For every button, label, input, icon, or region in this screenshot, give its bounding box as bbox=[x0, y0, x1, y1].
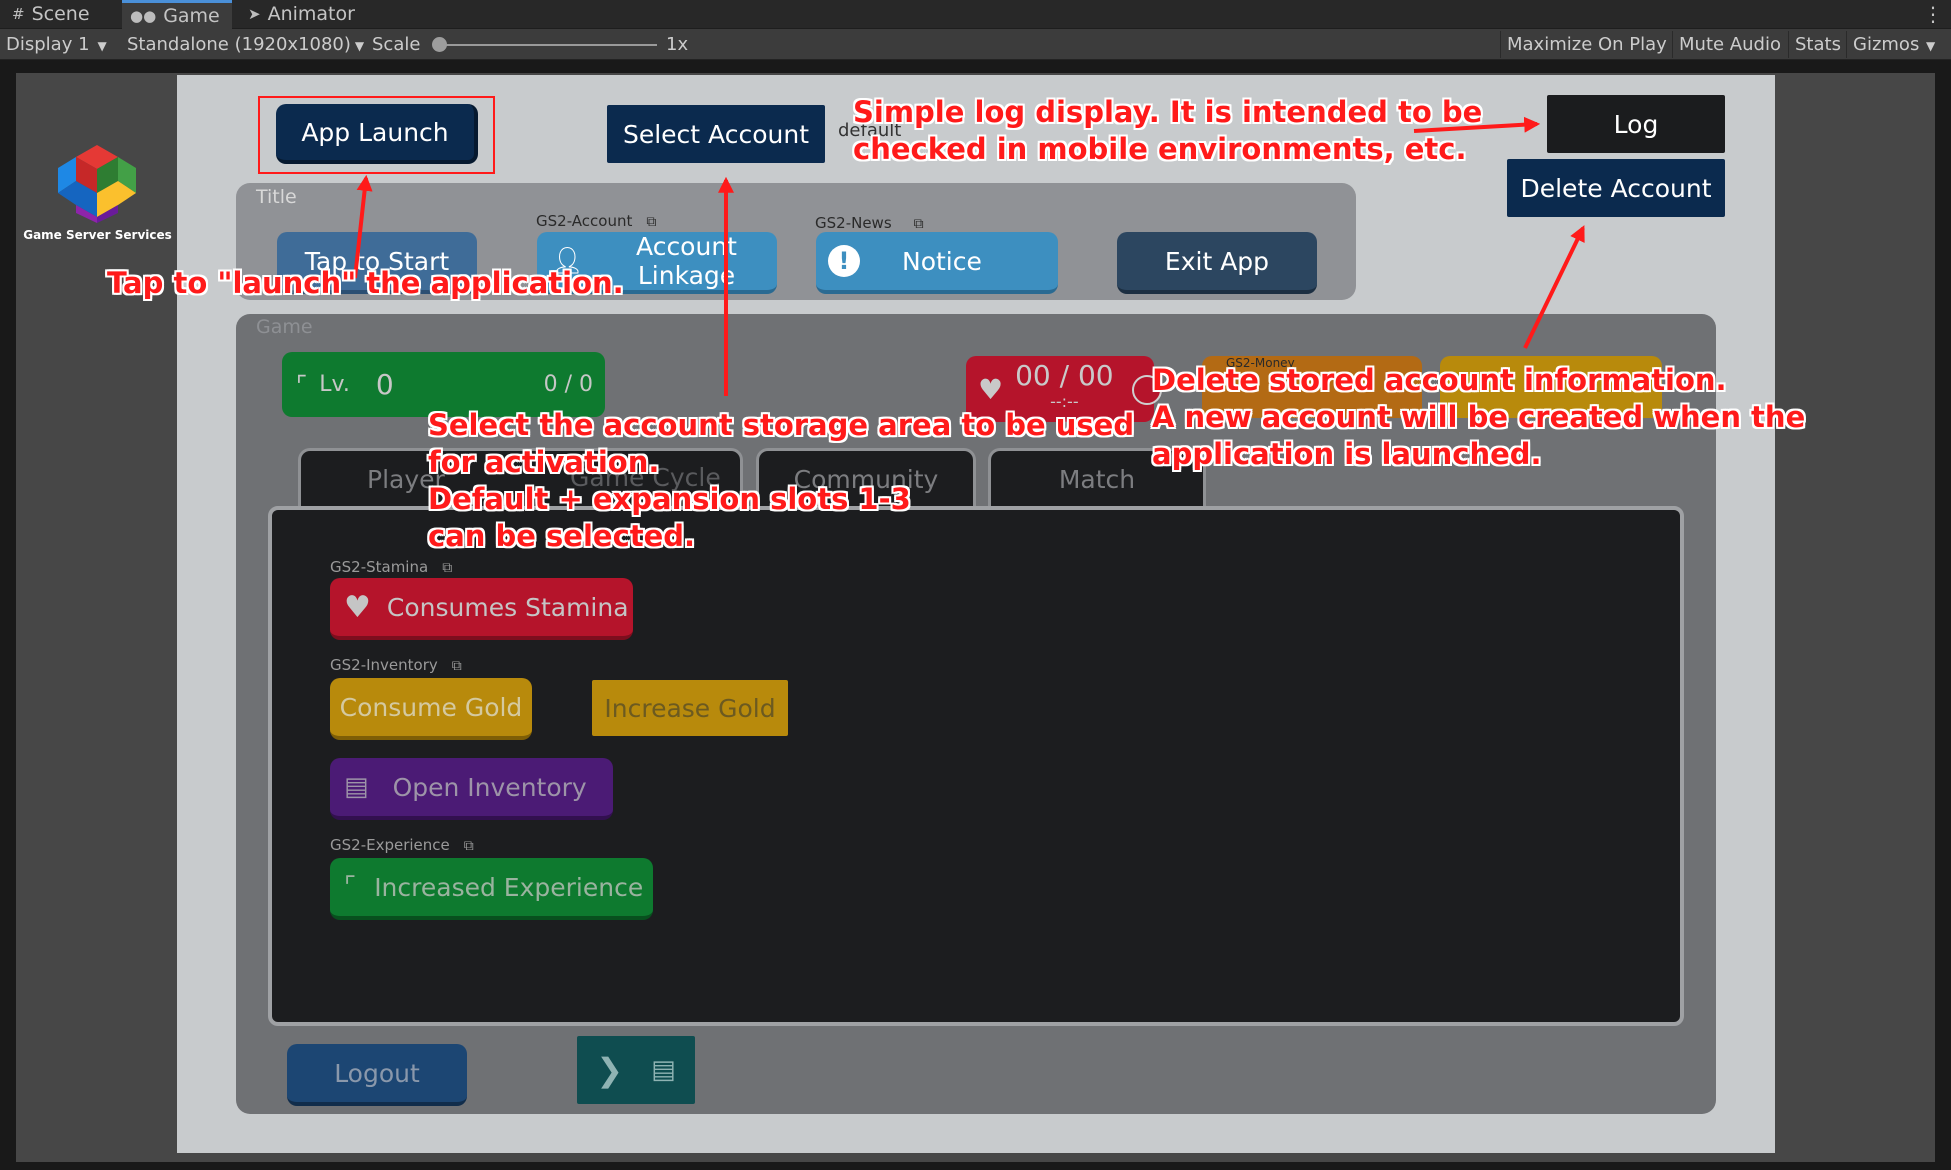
app-launch-button[interactable]: App Launch bbox=[276, 104, 478, 164]
consume-gold-button[interactable]: Consume Gold bbox=[330, 678, 532, 740]
logo-text: Game Server Services bbox=[23, 228, 172, 242]
chevron-right-icon: ❯ bbox=[596, 1051, 624, 1089]
select-account-button[interactable]: Select Account bbox=[607, 105, 825, 163]
stairs-icon: ⌜ bbox=[296, 370, 308, 399]
heart-icon: ♥ bbox=[344, 589, 371, 625]
external-link-icon[interactable]: ⧉ bbox=[914, 216, 924, 232]
stamina-section-label: GS2-Stamina ⧉ bbox=[330, 558, 453, 576]
open-inventory-button[interactable]: ▤ Open Inventory bbox=[330, 758, 613, 820]
account-section-label: GS2-Account ⧉ bbox=[536, 212, 657, 230]
tab-game[interactable]: ●● Game bbox=[122, 0, 232, 29]
log-annotation: Simple log display. It is intended to be… bbox=[853, 95, 1483, 166]
title-panel-label: Title bbox=[256, 186, 297, 208]
notice-button[interactable]: ! Notice bbox=[816, 232, 1058, 294]
scale-slider-thumb[interactable] bbox=[432, 37, 447, 52]
game-view-toolbar: Display 1 ▼ Standalone (1920x1080) ▼ Scale… bbox=[0, 29, 1951, 60]
log-button[interactable]: Log bbox=[1547, 95, 1725, 153]
game-panel-label: Game bbox=[256, 316, 313, 338]
alert-icon: ! bbox=[828, 245, 860, 277]
scale-label: Scale bbox=[372, 34, 421, 55]
inventory-section-label: GS2-Inventory ⧉ bbox=[330, 656, 462, 674]
backpack-icon: ▤ bbox=[344, 772, 369, 802]
external-link-icon[interactable]: ⧉ bbox=[452, 658, 462, 674]
stats-button[interactable]: Stats bbox=[1788, 31, 1847, 58]
scale-slider-track[interactable] bbox=[440, 44, 657, 46]
mute-audio-button[interactable]: Mute Audio bbox=[1672, 31, 1787, 58]
gamepad-icon: ●● bbox=[130, 7, 157, 25]
chat-icon: ▤ bbox=[651, 1055, 676, 1085]
news-section-label: GS2-News ⧉ bbox=[815, 214, 924, 232]
delete-account-button[interactable]: Delete Account bbox=[1507, 159, 1725, 217]
experience-section-label: GS2-Experience ⧉ bbox=[330, 836, 474, 854]
editor-tab-bar: # Scene ●● Game ➤ Animator ⋮ bbox=[0, 0, 1951, 29]
external-link-icon[interactable]: ⧉ bbox=[442, 560, 452, 576]
gizmos-button[interactable]: Gizmos bbox=[1846, 31, 1926, 58]
animator-icon: ➤ bbox=[248, 5, 261, 23]
scale-value: 1x bbox=[666, 34, 689, 55]
stairs-icon: ⌜ bbox=[344, 872, 357, 902]
tab-animator[interactable]: ➤ Animator bbox=[248, 0, 355, 29]
consume-stamina-button[interactable]: ♥ Consumes Stamina bbox=[330, 578, 633, 640]
resolution-dropdown[interactable]: Standalone (1920x1080) ▼ bbox=[127, 29, 364, 60]
select-account-annotation: Select the account storage area to be us… bbox=[428, 408, 1135, 553]
maximize-on-play-button[interactable]: Maximize On Play bbox=[1500, 31, 1673, 58]
exit-app-button[interactable]: Exit App bbox=[1117, 232, 1317, 294]
gs2-logo-icon bbox=[58, 145, 136, 223]
dropdown-arrow-icon: ▼ bbox=[97, 39, 107, 53]
console-toggle-button[interactable]: ❯ ▤ bbox=[577, 1036, 695, 1104]
gizmos-dropdown-icon[interactable]: ▼ bbox=[1926, 29, 1935, 60]
grid-icon: # bbox=[12, 5, 25, 23]
dropdown-arrow-icon: ▼ bbox=[354, 39, 365, 53]
heart-icon: ♥ bbox=[978, 372, 1004, 406]
launch-annotation: Tap to "launch" the application. bbox=[107, 266, 624, 300]
delete-account-annotation: Delete stored account information. A new… bbox=[1152, 363, 1806, 471]
logout-button[interactable]: Logout bbox=[287, 1044, 467, 1106]
display-dropdown[interactable]: Display 1 ▼ bbox=[6, 29, 107, 60]
external-link-icon[interactable]: ⧉ bbox=[464, 838, 474, 854]
external-link-icon[interactable]: ⧉ bbox=[646, 214, 656, 230]
increase-experience-button[interactable]: ⌜ Increased Experience bbox=[330, 858, 653, 920]
increase-gold-button[interactable]: Increase Gold bbox=[592, 680, 788, 736]
kebab-menu-icon[interactable]: ⋮ bbox=[1923, 0, 1943, 29]
tab-scene[interactable]: # Scene bbox=[12, 0, 90, 29]
